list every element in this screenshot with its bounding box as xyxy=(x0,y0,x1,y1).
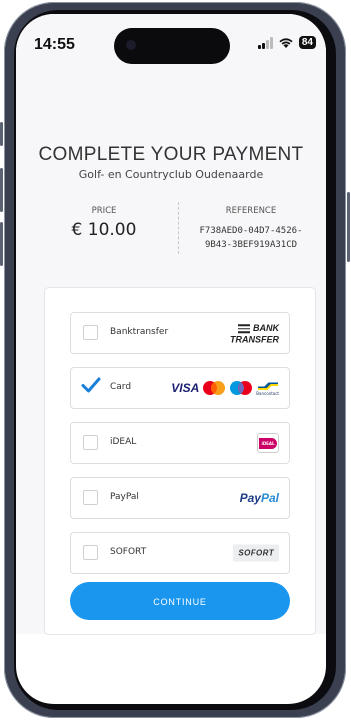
summary-divider xyxy=(178,202,179,254)
battery-icon: 84 xyxy=(298,36,316,49)
payment-option-label: Banktransfer xyxy=(110,327,169,337)
sofort-logo: SOFORT xyxy=(233,544,279,562)
payment-page: COMPLETE YOUR PAYMENT Golf- en Countrycl… xyxy=(16,74,326,634)
mastercard-icon xyxy=(203,381,226,395)
checkmark-icon[interactable] xyxy=(81,375,101,395)
reference-label: REFERENCE xyxy=(225,206,277,216)
wifi-icon xyxy=(279,37,293,48)
paypal-logo-pay: Pay xyxy=(239,491,261,505)
payment-option-sofort[interactable]: SOFORT SOFORT xyxy=(70,532,290,574)
camera-icon xyxy=(126,40,136,50)
bancontact-logo: Bancontact xyxy=(256,381,279,396)
payment-option-ideal[interactable]: iDEAL iDEAL xyxy=(70,422,290,464)
payment-option-banktransfer[interactable]: Banktransfer BANK TRANSFER xyxy=(70,312,290,354)
status-time: 14:55 xyxy=(34,36,75,53)
status-bar: 14:55 84 xyxy=(16,14,326,74)
status-icons: 84 xyxy=(257,36,316,49)
phone-power-button xyxy=(347,192,350,262)
price-label: PRICE xyxy=(91,206,117,216)
merchant-name: Golf- en Countryclub Oudenaarde xyxy=(78,168,264,181)
reference-line-1: F738AED0-04D7-4526- xyxy=(199,226,303,236)
paypal-logo: PayPal xyxy=(240,491,279,505)
ideal-logo-text: iDEAL xyxy=(259,437,277,449)
payment-option-label: Card xyxy=(110,382,132,392)
checkbox[interactable] xyxy=(83,435,98,450)
payment-methods-card: Banktransfer BANK TRANSFER Card VISA Ban… xyxy=(45,288,315,634)
payment-option-label: iDEAL xyxy=(110,437,137,447)
ideal-logo: iDEAL xyxy=(257,433,279,453)
reference-value: F738AED0-04D7-4526- 9B43-3BEF919A31CD xyxy=(186,224,316,252)
dynamic-island xyxy=(114,28,230,64)
visa-logo: VISA xyxy=(171,381,200,395)
payment-option-label: SOFORT xyxy=(110,547,147,557)
payment-option-paypal[interactable]: PayPal PayPal xyxy=(70,477,290,519)
signal-icon xyxy=(257,36,273,49)
payment-option-label: PayPal xyxy=(110,492,139,502)
price-value: € 10.00 xyxy=(71,220,137,240)
payment-option-card[interactable]: Card VISA Bancontact xyxy=(70,367,290,409)
maestro-icon xyxy=(230,381,253,395)
checkbox[interactable] xyxy=(83,325,98,340)
bancontact-text: Bancontact xyxy=(256,390,279,396)
card-brand-logos: VISA Bancontact xyxy=(171,380,279,396)
bank-transfer-logo: BANK TRANSFER xyxy=(225,322,279,344)
phone-volume-up-button xyxy=(0,168,3,212)
checkbox[interactable] xyxy=(83,490,98,505)
checkbox[interactable] xyxy=(83,545,98,560)
phone-screen: 14:55 84 COMPLETE YOUR PAYMENT Golf- en … xyxy=(16,14,326,704)
paypal-logo-pal: Pal xyxy=(260,491,279,505)
reference-line-2: 9B43-3BEF919A31CD xyxy=(204,240,298,250)
bancontact-icon xyxy=(257,382,278,390)
continue-button[interactable]: CONTINUE xyxy=(70,582,290,620)
bank-transfer-logo-text-2: TRANSFER xyxy=(230,333,279,344)
phone-side-button xyxy=(0,122,3,146)
phone-volume-down-button xyxy=(0,222,3,266)
page-title: COMPLETE YOUR PAYMENT xyxy=(38,144,304,165)
bank-transfer-logo-text-1: BANK xyxy=(253,322,279,333)
